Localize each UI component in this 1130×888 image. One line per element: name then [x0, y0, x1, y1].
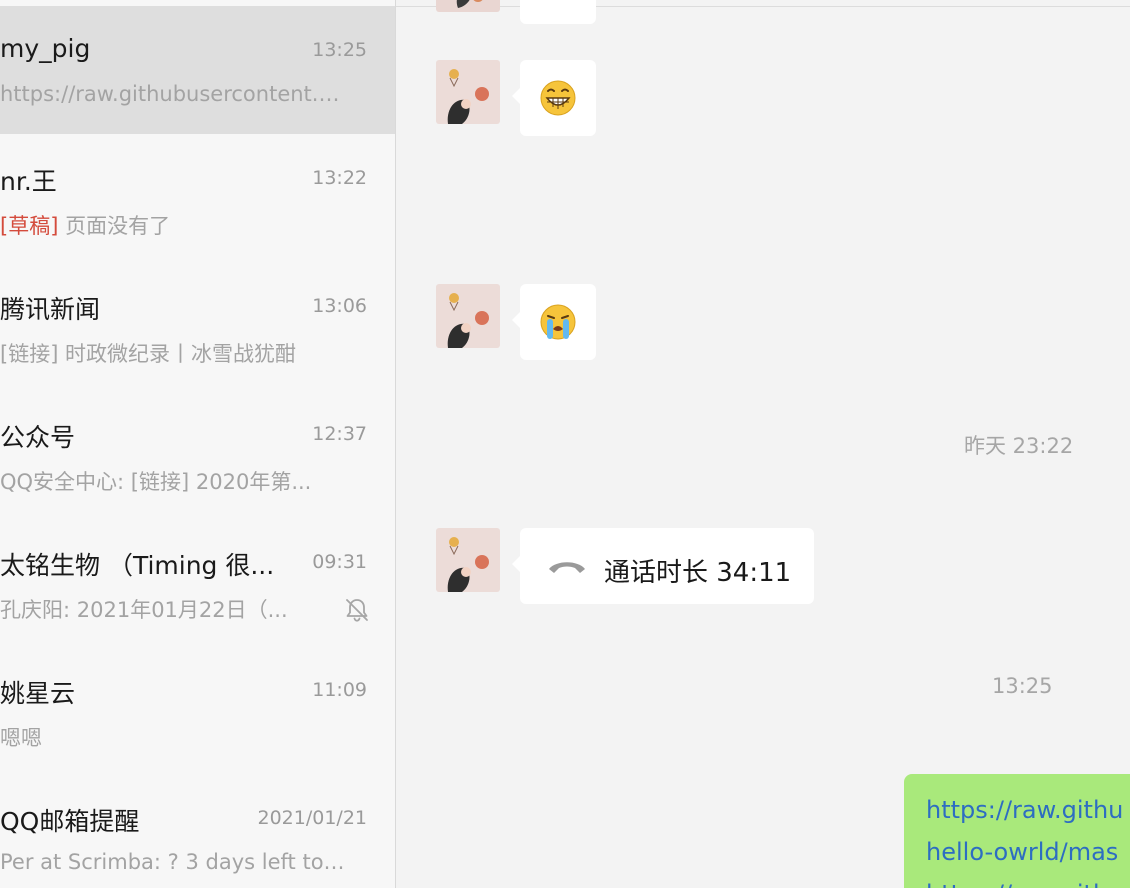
conversation-preview: [链接] 时政微纪录丨冰雪战犹酣: [0, 342, 297, 366]
draft-text: 页面没有了: [65, 214, 171, 238]
mute-bell-icon: [346, 599, 368, 622]
call-duration-text: 通话时长 34:11: [604, 558, 792, 588]
avatar-image: [436, 528, 500, 592]
message-link-line[interactable]: https://raw.githu: [926, 880, 1123, 888]
message-link-line[interactable]: https://raw.githu: [926, 796, 1123, 824]
conversation-preview: https://raw.githubusercontent.co...: [0, 82, 350, 106]
conversation-name: my_pig: [0, 34, 91, 63]
conversation-item-timing-bio[interactable]: 太铭生物 （Timing 很... 09:31 孔庆阳: 2021年01月22日…: [0, 518, 395, 646]
contact-avatar[interactable]: [436, 0, 500, 12]
contact-avatar[interactable]: [436, 284, 500, 348]
draft-tag: [草稿]: [0, 214, 59, 238]
conversation-name: 姚星云: [0, 679, 76, 708]
conversation-time: 09:31: [312, 551, 367, 573]
my-message-bubble[interactable]: https://raw.githu hello-owrld/mas https:…: [904, 774, 1130, 888]
conversation-name: 公众号: [0, 423, 76, 452]
crying-emoji-icon: [540, 304, 576, 340]
message-bubble[interactable]: [512, 284, 596, 360]
phone-hangup-icon: [549, 562, 585, 573]
message-link-line[interactable]: hello-owrld/mas: [926, 838, 1118, 866]
conversation-time: 13:06: [312, 295, 367, 317]
conversation-item-yao-xingyun[interactable]: 姚星云 11:09 嗯嗯: [0, 646, 395, 774]
conversation-time: 12:37: [312, 423, 367, 445]
conversation-name: QQ邮箱提醒: [0, 807, 140, 836]
conversation-item-official-accounts[interactable]: 公众号 12:37 QQ安全中心: [链接] 2020年第...: [0, 390, 395, 518]
header-divider: [396, 6, 1130, 7]
conversation-time: 2021/01/21: [257, 807, 367, 829]
conversation-list: my_pig 13:25 https://raw.githubuserconte…: [0, 0, 395, 888]
message-bubble[interactable]: [520, 0, 596, 24]
conversation-preview: QQ安全中心: [链接] 2020年第...: [0, 470, 312, 494]
timestamp-yesterday: 昨天 23:22: [964, 434, 1074, 458]
avatar-image: [436, 284, 500, 348]
contact-avatar[interactable]: [436, 60, 500, 124]
conversation-preview: 孔庆阳: 2021年01月22日（...: [0, 598, 288, 622]
conversation-item-tencent-news[interactable]: 腾讯新闻 13:06 [链接] 时政微纪录丨冰雪战犹酣: [0, 262, 395, 390]
conversation-item-mr-wang[interactable]: nr.王 13:22 [草稿] 页面没有了: [0, 134, 395, 262]
conversation-name: 太铭生物 （Timing 很...: [0, 551, 275, 580]
conversation-item-my-pig[interactable]: my_pig 13:25 https://raw.githubuserconte…: [0, 6, 395, 134]
conversation-preview: Per at Scrimba: ? 3 days left to g...: [0, 850, 350, 874]
avatar-image: [436, 60, 500, 124]
grinning-emoji-icon: [540, 80, 576, 116]
chat-panel: 昨天 23:22 通话时长 34:11 13:25 https://raw.gi…: [396, 0, 1130, 888]
message-bubble[interactable]: [512, 60, 596, 136]
timestamp-today: 13:25: [992, 674, 1053, 698]
conversation-item-qq-mail[interactable]: QQ邮箱提醒 2021/01/21 Per at Scrimba: ? 3 da…: [0, 774, 395, 888]
conversation-time: 13:22: [312, 167, 367, 189]
call-message-bubble[interactable]: 通话时长 34:11: [512, 528, 814, 604]
conversation-preview: 嗯嗯: [0, 726, 42, 750]
conversation-name: nr.王: [0, 167, 57, 196]
conversation-name: 腾讯新闻: [0, 295, 101, 324]
conversation-time: 11:09: [312, 679, 367, 701]
conversation-time: 13:25: [312, 39, 367, 61]
conversation-preview: [草稿] 页面没有了: [0, 210, 170, 240]
contact-avatar[interactable]: [436, 528, 500, 592]
avatar-image: [436, 0, 500, 12]
